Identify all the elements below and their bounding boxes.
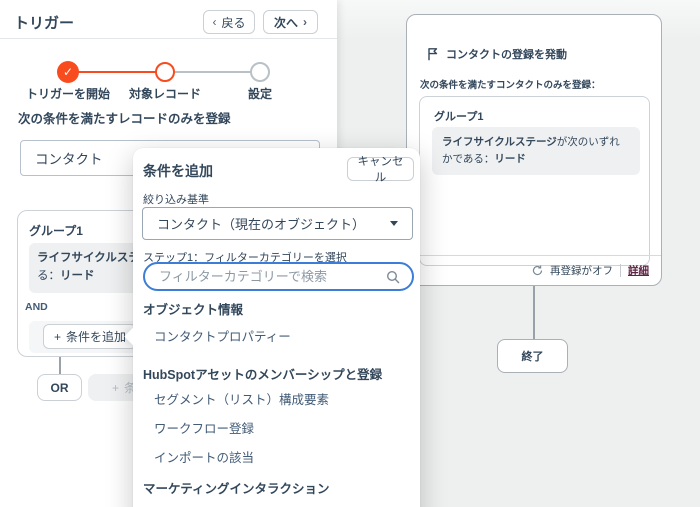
cancel-button-label: キャンセル [357,156,404,184]
and-label: AND [25,301,48,313]
back-button[interactable]: ‹ 戻る [203,10,255,34]
add-condition-button[interactable]: + 条件を追加 [43,324,138,349]
filter-basis-label: 絞り込み基準 [143,194,209,206]
header-divider [0,38,337,39]
trigger-card-header: コンタクトの登録を発動 [427,46,567,62]
triangle-down-icon [390,221,398,226]
cancel-button[interactable]: キャンセル [347,156,414,184]
trigger-card-subtitle: 次の条件を満たすコンタクトのみを登録： [420,80,601,91]
details-link[interactable]: 詳細 [628,263,649,278]
workflow-editor: コンタクトの登録を発動 次の条件を満たすコンタクトのみを登録： グループ1 ライ… [0,0,700,507]
filter-object-select-value: コンタクト（現在のオブジェクト） [157,217,366,232]
filter-category-list: オブジェクト情報 コンタクトプロパティー HubSpotアセットのメンバーシップ… [143,298,412,498]
node-connector-line [533,286,535,339]
trigger-card-footer: 再登録がオフ 詳細 [407,255,661,285]
step-label-trigger-start: トリガーを開始 [25,87,110,101]
condition-property: ライフサイクルステージ [442,136,557,148]
check-icon: ✓ [62,65,74,79]
stepper-line-upcoming [165,71,260,73]
trigger-group-card: グループ1 ライフサイクルステージが次のいずれかである：リード [419,96,650,266]
stepper-line-complete [68,71,165,73]
or-group-button[interactable]: OR [37,374,82,401]
filter-group-title: グループ1 [29,224,83,238]
condition-value: リード [494,152,526,165]
trigger-group-title: グループ1 [434,111,484,123]
add-condition-label: 条件を追加 [66,330,127,344]
filter-category-searchbox [143,262,414,291]
end-node[interactable]: 終了 [497,339,568,373]
section-object-info: オブジェクト情報 [143,303,244,317]
filter-object-select[interactable]: コンタクト（現在のオブジェクト） [142,207,413,240]
add-condition-popup: 条件を追加 キャンセル 絞り込み基準 コンタクト（現在のオブジェクト） ステップ… [124,148,420,507]
chevron-right-icon: › [303,15,307,29]
condition-value: リード [60,269,95,282]
magnifier-icon [386,270,400,284]
records-filter-label: 次の条件を満たすレコードのみを登録 [18,112,231,126]
plus-icon: + [54,329,62,344]
popup-title: 条件を追加 [143,163,213,179]
filter-category-search-input[interactable] [157,268,386,285]
next-button[interactable]: 次へ › [263,10,318,34]
trigger-card-title: コンタクトの登録を発動 [446,49,567,61]
circular-arrows-icon [532,265,543,276]
trigger-node-card[interactable]: コンタクトの登録を発動 次の条件を満たすコンタクトのみを登録： グループ1 ライ… [406,14,662,286]
reenrollment-status: 再登録がオフ [550,265,613,277]
step-circle-current[interactable] [155,62,175,82]
step-label-target-records: 対象レコード [128,87,201,101]
step-label-settings: 設定 [247,87,272,101]
list-item-contact-properties[interactable]: コンタクトプロパティー [143,329,412,346]
plus-icon: + [111,380,119,395]
list-item-segment-membership[interactable]: セグメント（リスト）構成要素 [143,392,412,409]
group-connector-line [59,357,61,374]
step-circle-complete[interactable]: ✓ [57,61,79,83]
end-node-label: 終了 [521,351,544,363]
list-item-import-membership[interactable]: インポートの該当 [143,450,412,467]
section-hubspot-assets: HubSpotアセットのメンバーシップと登録 [143,368,383,382]
flag-icon [427,47,439,61]
back-button-label: 戻る [221,15,246,30]
panel-title: トリガー [14,15,75,32]
or-label: OR [50,380,69,395]
next-button-label: 次へ [273,15,298,30]
trigger-condition-chip: ライフサイクルステージが次のいずれかである：リード [432,127,640,175]
list-item-workflow-enrollment[interactable]: ワークフロー登録 [143,421,412,438]
object-type-select-value: コンタクト [35,152,103,167]
chevron-left-icon: ‹ [212,15,217,29]
footer-divider [620,264,621,277]
step-circle-upcoming[interactable] [250,62,270,82]
section-marketing-interaction: マーケティングインタラクション [143,482,330,496]
